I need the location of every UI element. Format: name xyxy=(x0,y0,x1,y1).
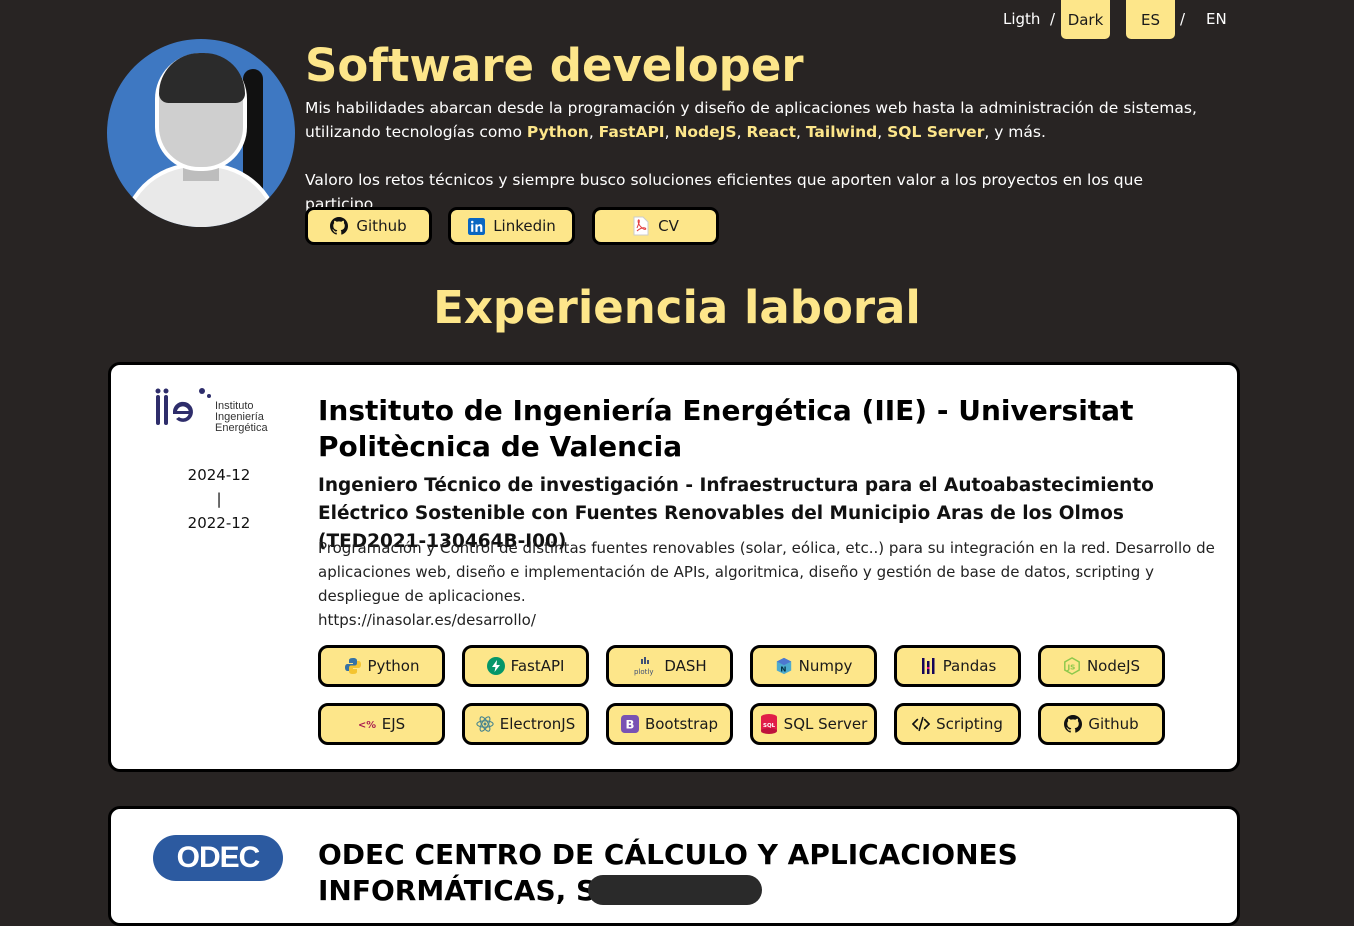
tech-nodejs: NodeJS xyxy=(674,123,737,141)
job-description: Programación y Control de distintas fuen… xyxy=(318,539,1215,605)
sql-server-icon: SQL xyxy=(760,714,778,734)
experience-card: ODEC ODEC CENTRO DE CÁLCULO Y APLICACION… xyxy=(108,806,1240,926)
profile-avatar xyxy=(107,39,295,227)
profile-intro: Mis habilidades abarcan desde la program… xyxy=(305,96,1205,216)
tech-python: Python xyxy=(526,123,589,141)
tech-react: React xyxy=(746,123,796,141)
skill-chip-bootstrap: B Bootstrap xyxy=(606,703,733,745)
top-bar: Ligth / Dark ES / EN xyxy=(0,0,1354,40)
tech-sql-server: SQL Server xyxy=(887,123,985,141)
svg-text:JS: JS xyxy=(1066,663,1075,672)
experience-dates: 2024-12 | 2022-12 xyxy=(159,463,279,535)
skill-chip-nodejs: JS NodeJS xyxy=(1038,645,1165,687)
plotly-icon: plotly xyxy=(632,657,658,676)
floating-pill xyxy=(588,875,762,905)
company-name: ODEC CENTRO DE CÁLCULO Y APLICACIONES IN… xyxy=(318,838,1018,907)
github-icon xyxy=(330,217,349,235)
date-separator: | xyxy=(216,490,222,508)
bootstrap-icon: B xyxy=(620,715,639,733)
ejs-icon: <% xyxy=(358,715,376,733)
profile-title: Software developer xyxy=(305,39,804,92)
skill-chip-sql-server: SQL SQL Server xyxy=(750,703,877,745)
fastapi-icon xyxy=(486,657,505,675)
pdf-icon xyxy=(632,216,650,236)
linkedin-link-button[interactable]: Linkedin xyxy=(448,207,575,245)
svg-text:N: N xyxy=(780,664,786,673)
skill-chip-python: Python xyxy=(318,645,445,687)
lang-en-toggle[interactable]: EN xyxy=(1206,10,1227,28)
python-icon xyxy=(344,657,362,675)
lang-es-toggle[interactable]: ES xyxy=(1126,0,1175,39)
skill-chip-ejs: <% EJS xyxy=(318,703,445,745)
skill-chip-fastapi: FastAPI xyxy=(462,645,589,687)
skill-chip-electronjs: ElectronJS xyxy=(462,703,589,745)
svg-text:plotly: plotly xyxy=(634,668,654,676)
skill-chip-pandas: Pandas xyxy=(894,645,1021,687)
tech-tailwind: Tailwind xyxy=(805,123,878,141)
odec-logo: ODEC xyxy=(153,835,283,881)
skill-chip-github: Github xyxy=(1038,703,1165,745)
intro-paragraph-values: Valoro los retos técnicos y siempre busc… xyxy=(305,171,1143,213)
theme-dark-toggle[interactable]: Dark xyxy=(1061,0,1110,39)
cv-link-button[interactable]: CV xyxy=(592,207,719,245)
iie-logo: Instituto Ingeniería Energética xyxy=(153,387,293,439)
github-link-button[interactable]: Github xyxy=(305,207,432,245)
date-end: 2024-12 xyxy=(187,466,251,484)
experience-card: Instituto Ingeniería Energética 2024-12 … xyxy=(108,362,1240,772)
skill-chip-scripting: Scripting xyxy=(894,703,1021,745)
tech-fastapi: FastAPI xyxy=(598,123,665,141)
skill-chip-dash: plotly DASH xyxy=(606,645,733,687)
svg-text:SQL: SQL xyxy=(763,723,776,729)
nodejs-icon: JS xyxy=(1063,657,1081,675)
experience-section-title: Experiencia laboral xyxy=(433,281,921,334)
electron-icon xyxy=(476,715,494,733)
theme-separator: / xyxy=(1050,10,1056,28)
svg-text:B: B xyxy=(625,718,634,732)
intro-paragraph-skills: Mis habilidades abarcan desde la program… xyxy=(305,99,1197,141)
company-name: Instituto de Ingeniería Energética (IIE)… xyxy=(318,394,1134,463)
project-url[interactable]: https://inasolar.es/desarrollo/ xyxy=(318,608,536,632)
linkedin-icon xyxy=(467,217,485,235)
skill-chip-numpy: N Numpy xyxy=(750,645,877,687)
theme-light-toggle[interactable]: Ligth xyxy=(1003,10,1040,28)
date-start: 2022-12 xyxy=(187,514,251,532)
lang-separator: / xyxy=(1180,10,1186,28)
svg-text:<%: <% xyxy=(358,720,376,731)
code-icon xyxy=(912,715,931,733)
svg-text:Energética: Energética xyxy=(215,422,268,434)
pandas-icon xyxy=(919,657,937,675)
github-icon xyxy=(1064,715,1083,733)
numpy-icon: N xyxy=(775,657,793,675)
